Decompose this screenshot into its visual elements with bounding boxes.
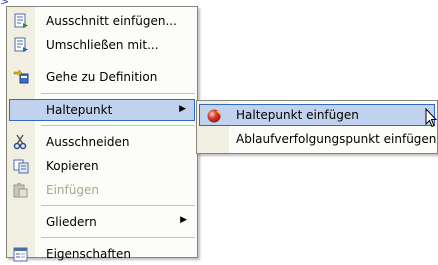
menu-item-go-to-definition[interactable]: Gehe zu Definition (9, 66, 195, 88)
breakpoint-submenu: Haltepunkt einfügen Ablaufverfolgungspun… (196, 100, 438, 154)
menu-item-insert-snippet[interactable]: Ausschnitt einfügen... (9, 10, 195, 32)
menu-item-label: Kopieren (46, 159, 99, 173)
menu-separator (41, 93, 195, 94)
menu-item-label: Ausschneiden (46, 135, 130, 149)
paste-icon (13, 183, 28, 198)
menu-item-properties[interactable]: Eigenschaften (9, 243, 195, 265)
submenu-arrow-icon: ▶ (180, 215, 187, 225)
menu-item-paste[interactable]: Einfügen (9, 179, 195, 201)
menu-item-label: Ausschnitt einfügen... (46, 14, 177, 28)
menu-item-surround-with[interactable]: Umschließen mit... (9, 34, 195, 56)
menu-item-label: Gehe zu Definition (46, 70, 158, 84)
menu-item-label: Haltepunkt (46, 103, 113, 117)
menu-item-label: Umschließen mit... (46, 38, 159, 52)
menu-separator (41, 237, 195, 238)
menu-separator (41, 125, 195, 126)
go-to-definition-icon (13, 69, 29, 84)
mouse-pointer-icon (425, 108, 437, 128)
menu-item-label: Eigenschaften (46, 247, 132, 261)
breakpoint-icon (207, 109, 221, 123)
menu-item-label: Ablaufverfolgungspunkt einfügen (236, 132, 437, 146)
menu-separator (41, 205, 195, 206)
surround-with-icon (14, 37, 28, 52)
scissors-icon (13, 134, 27, 150)
menu-item-label: Haltepunkt einfügen (236, 108, 359, 122)
insert-snippet-icon (14, 13, 28, 28)
context-menu: Ausschnitt einfügen... Umschließen mit..… (6, 6, 198, 262)
submenu-arrow-icon: ▶ (179, 104, 186, 114)
copy-icon (13, 159, 29, 174)
menu-item-insert-breakpoint[interactable]: Haltepunkt einfügen (199, 104, 435, 126)
menu-item-breakpoint[interactable]: Haltepunkt ▶ (9, 99, 195, 121)
menu-item-copy[interactable]: Kopieren (9, 155, 195, 177)
menu-item-label: Gliedern (46, 215, 97, 229)
menu-item-label: Einfügen (46, 183, 99, 197)
menu-item-outlining[interactable]: Gliedern ▶ (9, 211, 195, 233)
menu-item-insert-tracepoint[interactable]: Ablaufverfolgungspunkt einfügen (199, 128, 437, 150)
menu-item-cut[interactable]: Ausschneiden (9, 131, 195, 153)
